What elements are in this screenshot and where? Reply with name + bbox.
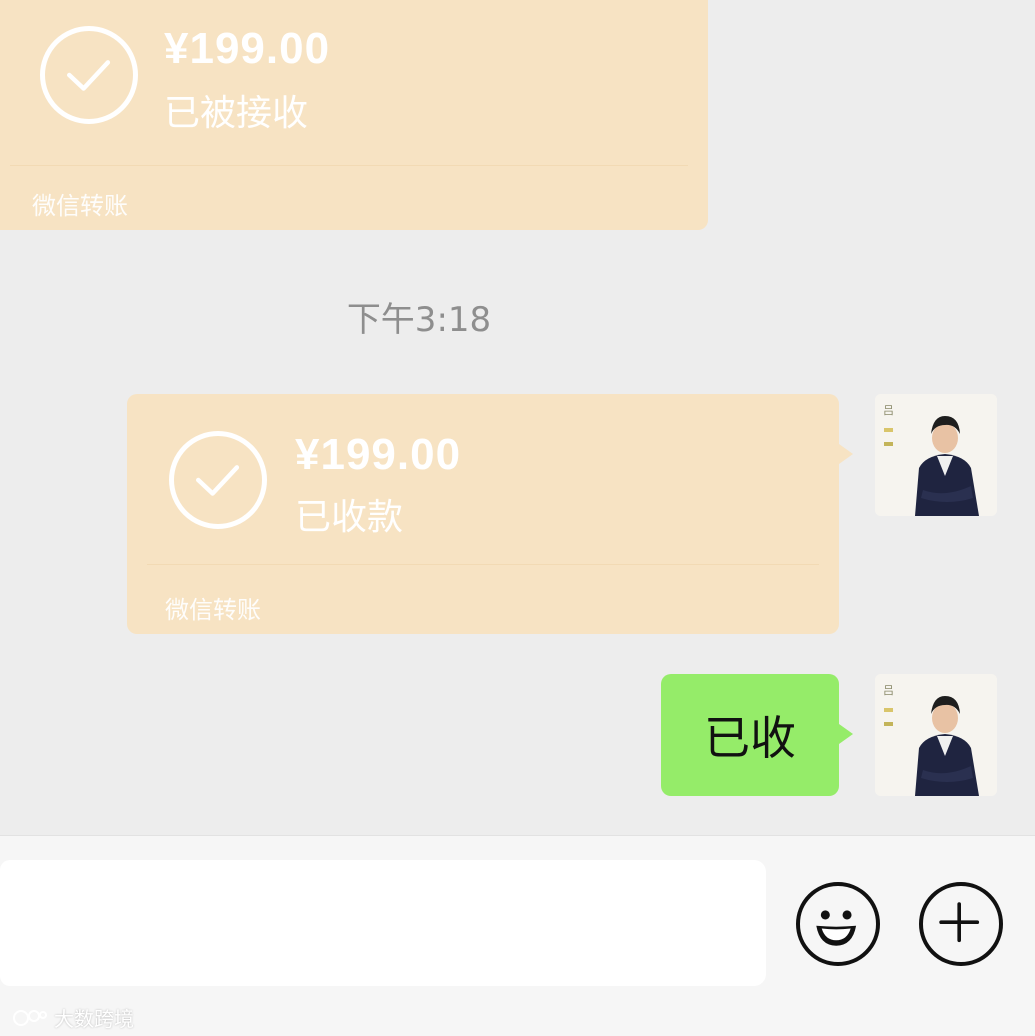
transfer-card-sent[interactable]: ¥199.00 已收款 微信转账 xyxy=(127,394,853,634)
card-divider xyxy=(147,564,819,565)
transfer-amount: ¥199.00 xyxy=(164,24,331,73)
bubble-tail xyxy=(839,444,853,464)
svg-text:吕: 吕 xyxy=(883,404,894,417)
emoji-icon[interactable] xyxy=(796,882,880,966)
input-bar xyxy=(0,835,1035,1036)
watermark-text: 大数跨境 xyxy=(54,1007,134,1031)
watermark-logo-icon xyxy=(13,1009,47,1026)
transfer-footer-label: 微信转账 xyxy=(32,192,128,220)
watermark: 大数跨境 xyxy=(12,1003,134,1032)
plus-icon[interactable] xyxy=(919,882,1003,966)
transfer-amount: ¥199.00 xyxy=(295,430,462,479)
user-avatar[interactable]: 吕 xyxy=(875,674,997,796)
bubble-tail xyxy=(839,724,853,744)
text-message-bubble[interactable]: 已收 xyxy=(661,674,853,796)
transfer-footer-label: 微信转账 xyxy=(165,596,261,624)
message-text: 已收 xyxy=(704,711,796,765)
card-divider xyxy=(10,165,688,166)
transfer-status: 已收款 xyxy=(295,497,404,538)
svg-text:吕: 吕 xyxy=(883,684,894,697)
check-circle-icon xyxy=(40,26,138,124)
user-avatar[interactable]: 吕 xyxy=(875,394,997,516)
chat-area: ¥199.00 已被接收 微信转账 下午3:18 ¥199.00 已收款 微信转… xyxy=(0,0,1035,835)
check-circle-icon xyxy=(169,431,267,529)
message-input[interactable] xyxy=(0,860,766,986)
transfer-card-received[interactable]: ¥199.00 已被接收 微信转账 xyxy=(0,0,708,230)
transfer-status: 已被接收 xyxy=(164,93,309,134)
message-timestamp: 下午3:18 xyxy=(346,300,492,340)
